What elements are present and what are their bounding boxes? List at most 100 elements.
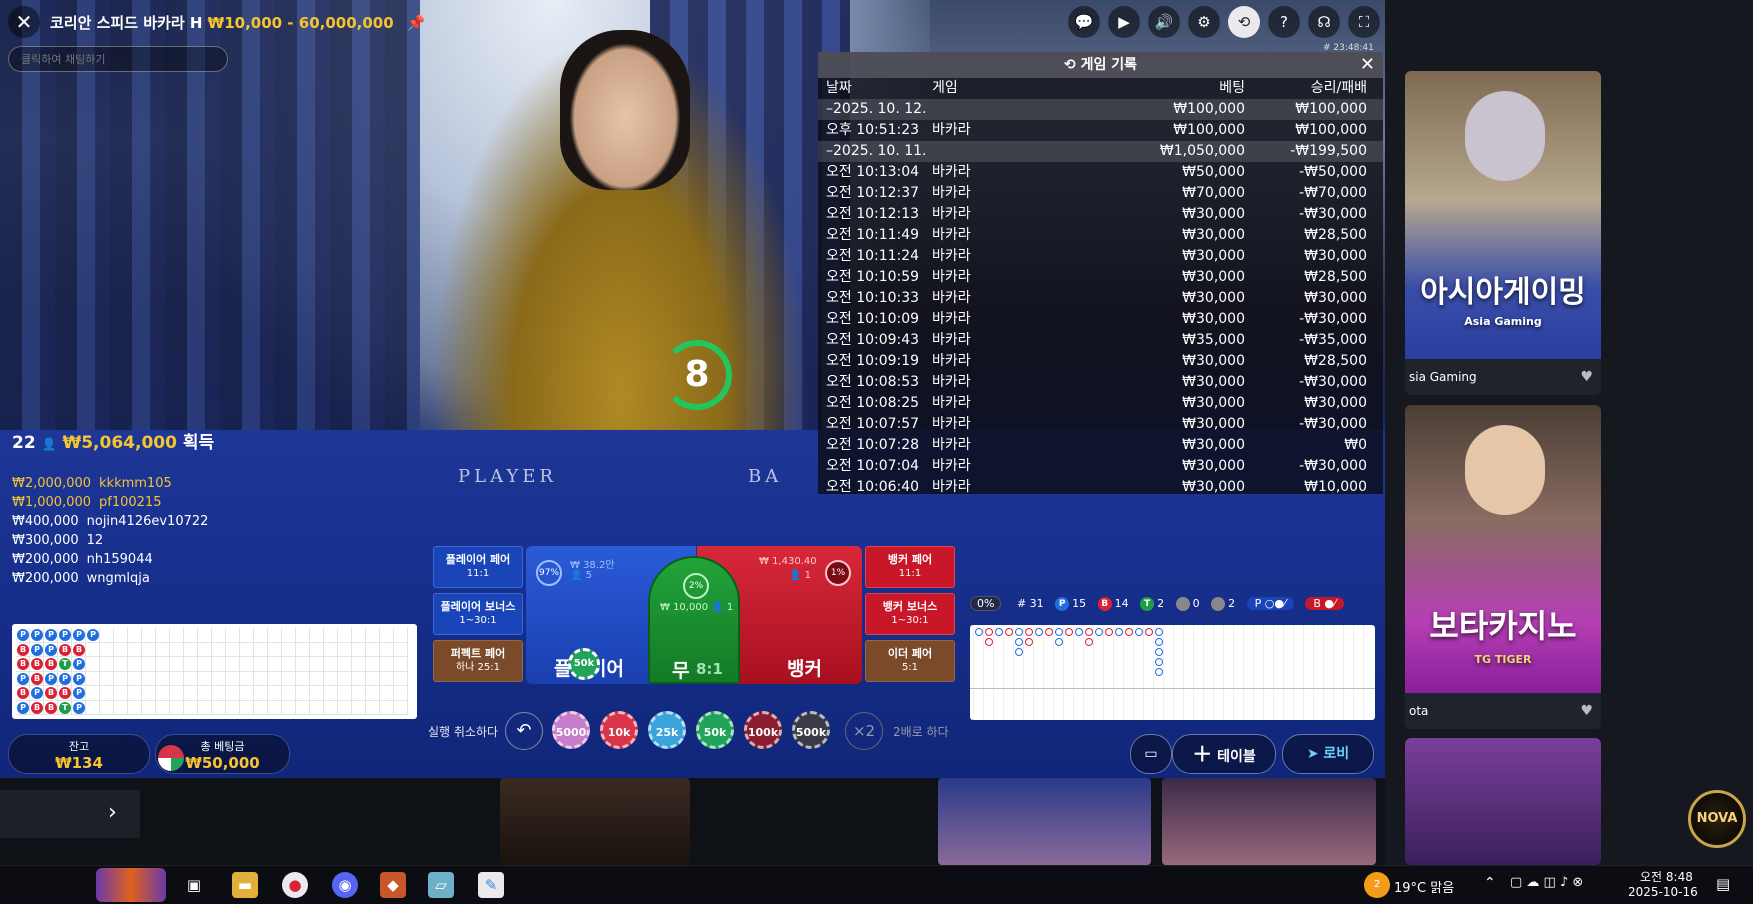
history-row: 오전 10:11:49 바카라 ₩30,000 ₩28,500 <box>818 225 1383 246</box>
weather-badge: 2 <box>1373 879 1381 890</box>
banker-predict-button[interactable]: B ●⁄ <box>1305 597 1344 610</box>
chrome-icon[interactable]: ● <box>282 872 308 898</box>
sound-button[interactable]: 🔊 <box>1148 6 1180 38</box>
file-explorer-icon[interactable]: ▬ <box>232 872 258 898</box>
player-bonus-bet[interactable]: 플레이어 보너스 1~30:1 <box>433 593 523 635</box>
chat-input[interactable] <box>8 46 228 72</box>
road-gridline <box>1233 625 1234 720</box>
big-road[interactable] <box>970 625 1375 720</box>
banker-predict-label: B <box>1313 597 1321 610</box>
bead-cell <box>366 700 380 715</box>
history-header: ⟲ 게임 기록 ✕ <box>818 52 1383 78</box>
tie-count: 1 <box>726 602 734 613</box>
notification-icon[interactable]: ▤ <box>1716 875 1730 893</box>
help-button[interactable]: ? <box>1268 6 1300 38</box>
bead-cell <box>268 671 282 686</box>
winner-name: wngmlqja <box>86 571 150 586</box>
discord-icon[interactable]: ◉ <box>332 872 358 898</box>
banker-pair-bet[interactable]: 뱅커 페어 11:1 <box>865 546 955 588</box>
start-banner[interactable] <box>96 868 166 902</box>
bead-cell <box>156 657 170 672</box>
road-gridline <box>1213 625 1214 720</box>
bead-cell <box>114 700 128 715</box>
chevron-right-icon: › <box>108 800 117 825</box>
road-gridline <box>973 625 974 720</box>
player-pair-bet[interactable]: 플레이어 페어 11:1 <box>433 546 523 588</box>
heart-icon[interactable]: ♥ <box>1580 359 1593 395</box>
add-table-button[interactable]: ＋ 테이블 <box>1172 734 1276 774</box>
game-app-icon[interactable]: ◆ <box>380 872 406 898</box>
bead-cell <box>282 686 296 701</box>
settings-button[interactable]: ⚙ <box>1188 6 1220 38</box>
history-result: ₩28,500 <box>1304 353 1367 369</box>
lobby-card-asia-gaming[interactable]: 아시아게이밍 Asia Gaming sia Gaming ♥ <box>1405 71 1601 395</box>
chip-100k[interactable]: 100k <box>744 711 782 749</box>
bead-cell <box>366 657 380 672</box>
nova-logo[interactable]: NOVA <box>1688 790 1746 848</box>
bead-cell <box>198 657 212 672</box>
carousel-next-button[interactable]: › <box>0 790 140 838</box>
chip-25k[interactable]: 25k <box>648 711 686 749</box>
history-bet: ₩30,000 <box>1182 437 1245 453</box>
either-pair-bet[interactable]: 이더 페어 5:1 <box>865 640 955 682</box>
tie-bet-area[interactable]: 2% ₩ 10,000 👤 1 무 8:1 <box>648 556 740 684</box>
chip-5000[interactable]: 5000 <box>552 711 590 749</box>
lobby-card-partial[interactable] <box>1405 738 1601 865</box>
chip-50k[interactable]: 50k <box>696 711 734 749</box>
road-gridline <box>1353 625 1354 720</box>
notes-app-icon[interactable]: ▱ <box>428 872 454 898</box>
countdown-number: 8 <box>684 354 710 395</box>
bead: P <box>59 672 71 685</box>
paint-app-icon[interactable]: ✎ <box>478 872 504 898</box>
chip-500k[interactable]: 500k <box>792 711 830 749</box>
lobby-thumb-1[interactable] <box>938 778 1151 865</box>
chat-button[interactable]: 💬 <box>1068 6 1100 38</box>
tray-icons[interactable]: ▢ ☁ ◫ ♪ ⊗ <box>1510 875 1583 890</box>
lobby-card-bota[interactable]: 보타카지노 TG TIGER ota ♥ <box>1405 405 1601 729</box>
lobby-button[interactable]: ➤ 로비 <box>1282 734 1374 774</box>
support-button[interactable]: ☊ <box>1308 6 1340 38</box>
undo-button[interactable]: ↶ <box>505 712 543 750</box>
bead-cell <box>198 700 212 715</box>
bead-cell <box>226 628 240 643</box>
player-predict-button[interactable]: P ○●⁄ <box>1246 597 1294 610</box>
history-button[interactable]: ⟲ <box>1228 6 1260 38</box>
chip-10k[interactable]: 10k <box>600 711 638 749</box>
lobby-thumb-2[interactable] <box>1162 778 1376 865</box>
double-button[interactable]: ×2 <box>845 712 883 750</box>
bead-cell <box>366 642 380 657</box>
video-button[interactable]: ▶ <box>1108 6 1140 38</box>
bead: P <box>31 629 43 641</box>
close-button[interactable]: ✕ <box>8 6 40 38</box>
weather-icon[interactable]: 2 <box>1364 872 1390 898</box>
history-game: 바카라 <box>932 227 971 243</box>
road-gridline <box>1263 625 1264 720</box>
bead-cell <box>310 671 324 686</box>
winner-entry: ₩200,000 nh159044 <box>12 552 153 567</box>
weather-text[interactable]: 19°C 맑음 <box>1394 877 1454 896</box>
heart-icon[interactable]: ♥ <box>1580 693 1593 729</box>
road-gridline <box>1103 625 1104 720</box>
clock-date[interactable]: 2025-10-16 <box>1628 885 1698 899</box>
bead-cell <box>254 700 268 715</box>
bead-cell <box>394 671 408 686</box>
history-row: 오전 10:12:37 바카라 ₩70,000 -₩70,000 <box>818 183 1383 204</box>
bead: B <box>59 687 71 699</box>
bead-road[interactable]: PBBPBPPPBBPBPPBPBBPBTPBTPBPPPPP <box>12 624 417 719</box>
pin-icon[interactable]: 📌 <box>407 14 426 32</box>
tray-chevron-icon[interactable]: ⌃ <box>1484 875 1496 891</box>
task-view-icon[interactable]: ▣ <box>181 872 207 898</box>
history-close-button[interactable]: ✕ <box>1360 52 1375 78</box>
bead-cell <box>240 657 254 672</box>
clock-time[interactable]: 오전 8:48 <box>1640 868 1693 885</box>
either-pair-label: 이더 페어 <box>887 647 933 660</box>
road-mark <box>1055 638 1063 646</box>
bead: P <box>31 687 43 699</box>
total-bet-pill: 총 베팅금 ₩50,000 <box>155 734 290 774</box>
history-time: 오전 10:13:04 <box>826 164 920 180</box>
bead-cell <box>128 671 142 686</box>
fullscreen-button[interactable]: ⛶ <box>1348 6 1380 38</box>
layout-toggle-button[interactable]: ▭ <box>1130 734 1172 774</box>
banker-bonus-bet[interactable]: 뱅커 보너스 1~30:1 <box>865 593 955 635</box>
perfect-pair-bet[interactable]: 퍼펙트 페어 하나 25:1 <box>433 640 523 682</box>
